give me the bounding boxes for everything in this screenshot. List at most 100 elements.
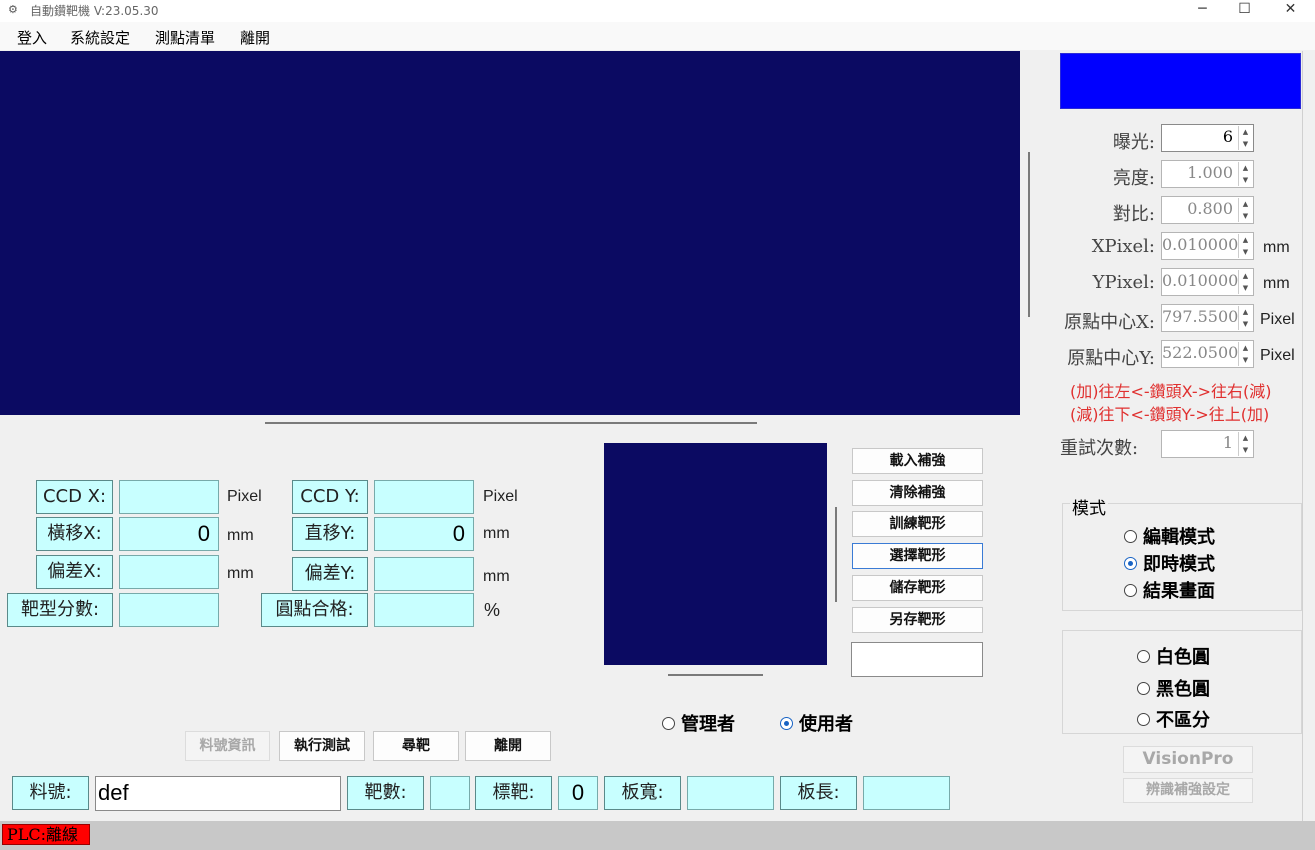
xpixel-label: XPixel: bbox=[1091, 236, 1155, 257]
camera-view-horizontal-scrollbar[interactable] bbox=[265, 422, 757, 424]
circle-black-radio[interactable]: 黑色圓 bbox=[1137, 675, 1210, 701]
radio-icon bbox=[1137, 649, 1150, 663]
contrast-spin-buttons[interactable]: ▲ ▼ bbox=[1238, 198, 1252, 222]
app-icon: ⚙ bbox=[8, 4, 18, 16]
origin-y-spinner[interactable]: 522.0500 ▲ ▼ bbox=[1161, 340, 1254, 368]
ccd-y-unit: Pixel bbox=[483, 488, 518, 505]
mode-result-label: 結果畫面 bbox=[1143, 581, 1215, 602]
xpixel-unit: mm bbox=[1263, 239, 1290, 256]
camera-view[interactable] bbox=[0, 51, 1020, 415]
ypixel-spin-buttons[interactable]: ▲ ▼ bbox=[1238, 270, 1252, 294]
round-pass-label: 圓點合格: bbox=[261, 593, 368, 627]
contrast-label: 對比: bbox=[1112, 204, 1155, 225]
origin-x-label: 原點中心X: bbox=[1064, 312, 1155, 333]
mode-edit-radio[interactable]: 編輯模式 bbox=[1124, 523, 1215, 549]
pattern-preview-vertical-scrollbar[interactable] bbox=[835, 507, 837, 602]
contrast-spinner[interactable]: 0.800 ▲ ▼ bbox=[1161, 196, 1254, 224]
deviation-y-unit: mm bbox=[483, 568, 510, 585]
part-info-button[interactable]: 料號資訊 bbox=[185, 731, 270, 761]
leave-button[interactable]: 離開 bbox=[465, 731, 551, 761]
menu-measure-list[interactable]: 測點清單 bbox=[155, 27, 215, 48]
shift-y-label: 直移Y: bbox=[292, 517, 368, 551]
ccd-x-unit: Pixel bbox=[227, 488, 262, 505]
shift-x-field: 0 bbox=[119, 517, 219, 551]
radio-icon bbox=[1124, 529, 1137, 543]
brightness-spinner[interactable]: 1.000 ▲ ▼ bbox=[1161, 160, 1254, 188]
maximize-button[interactable]: ☐ bbox=[1222, 0, 1267, 22]
mode-live-radio[interactable]: 即時模式 bbox=[1124, 550, 1215, 576]
shift-x-label: 橫移X: bbox=[36, 517, 113, 551]
ccd-x-label: CCD X: bbox=[36, 480, 113, 514]
mode-live-label: 即時模式 bbox=[1143, 554, 1215, 575]
target-count-field bbox=[430, 776, 470, 810]
retry-spinner[interactable]: 1 ▲ ▼ bbox=[1161, 430, 1254, 458]
enhance-settings-button[interactable]: 辨識補強設定 bbox=[1123, 778, 1253, 803]
retry-value: 1 bbox=[1222, 433, 1233, 452]
circle-white-radio[interactable]: 白色圓 bbox=[1137, 643, 1210, 669]
origin-x-spinner[interactable]: 797.5500 ▲ ▼ bbox=[1161, 304, 1254, 332]
exposure-spinner[interactable]: 6 ▲ ▼ bbox=[1161, 124, 1254, 152]
menu-login[interactable]: 登入 bbox=[17, 27, 47, 48]
run-test-button[interactable]: 執行測試 bbox=[279, 731, 365, 761]
shift-y-unit: mm bbox=[483, 525, 510, 542]
pattern-preview[interactable] bbox=[604, 443, 827, 665]
ypixel-spinner[interactable]: 0.010000 ▲ ▼ bbox=[1161, 268, 1254, 296]
deviation-y-label: 偏差Y: bbox=[292, 557, 368, 591]
circle-black-label: 黑色圓 bbox=[1156, 679, 1210, 700]
radio-selected-icon bbox=[780, 716, 793, 730]
target-field: 0 bbox=[558, 776, 598, 810]
round-pass-field bbox=[374, 593, 474, 627]
part-number-input[interactable]: def bbox=[95, 776, 341, 811]
radio-icon bbox=[662, 716, 675, 730]
clear-enhance-button[interactable]: 清除補強 bbox=[852, 480, 983, 506]
deviation-x-unit: mm bbox=[227, 565, 254, 582]
visionpro-button[interactable]: VisionPro bbox=[1123, 746, 1253, 773]
exposure-value: 6 bbox=[1222, 127, 1233, 146]
select-pattern-button[interactable]: 選擇靶形 bbox=[852, 543, 983, 569]
shift-y-field: 0 bbox=[374, 517, 474, 551]
deviation-x-field bbox=[119, 555, 219, 589]
circle-any-radio[interactable]: 不區分 bbox=[1137, 706, 1210, 732]
save-pattern-button[interactable]: 儲存靶形 bbox=[852, 575, 983, 601]
radio-icon bbox=[1137, 681, 1150, 695]
exposure-label: 曝光: bbox=[1112, 132, 1155, 153]
pattern-name-field[interactable] bbox=[851, 642, 983, 677]
train-pattern-button[interactable]: 訓練靶形 bbox=[852, 511, 983, 537]
menu-exit[interactable]: 離開 bbox=[240, 27, 270, 48]
xpixel-spinner[interactable]: 0.010000 ▲ ▼ bbox=[1161, 232, 1254, 260]
exposure-spin-buttons[interactable]: ▲ ▼ bbox=[1238, 126, 1252, 150]
pattern-preview-horizontal-scrollbar[interactable] bbox=[668, 674, 763, 676]
target-label: 標靶: bbox=[475, 776, 552, 810]
role-user-radio[interactable]: 使用者 bbox=[780, 710, 853, 736]
mode-result-radio[interactable]: 結果畫面 bbox=[1124, 577, 1215, 603]
mode-title: 模式 bbox=[1070, 494, 1108, 519]
minimize-button[interactable]: ─ bbox=[1180, 0, 1225, 22]
role-admin-label: 管理者 bbox=[681, 714, 735, 735]
load-enhance-button[interactable]: 載入補強 bbox=[852, 448, 983, 474]
origin-y-spin-buttons[interactable]: ▲ ▼ bbox=[1238, 342, 1252, 366]
target-score-field bbox=[119, 593, 219, 627]
close-button[interactable]: ✕ bbox=[1268, 0, 1313, 22]
title-bar bbox=[0, 0, 1315, 22]
save-pattern-as-button[interactable]: 另存靶形 bbox=[852, 607, 983, 633]
target-count-label: 靶數: bbox=[347, 776, 424, 810]
camera-view-vertical-scrollbar[interactable] bbox=[1028, 152, 1030, 317]
menu-system-settings[interactable]: 系統設定 bbox=[70, 27, 130, 48]
ypixel-label: YPixel: bbox=[1092, 272, 1155, 293]
deviation-y-field bbox=[374, 557, 474, 591]
plc-status-badge: PLC:離線 bbox=[2, 824, 90, 845]
origin-y-value: 522.0500 bbox=[1162, 343, 1239, 362]
retry-spin-buttons[interactable]: ▲ ▼ bbox=[1238, 432, 1252, 456]
round-pass-unit: % bbox=[484, 600, 501, 620]
find-target-button[interactable]: 尋靶 bbox=[373, 731, 459, 761]
window-title: 自動鑽靶機 V:23.05.30 bbox=[30, 4, 159, 18]
direction-note-x: (加)往左<-鑽頭X->往右(減) bbox=[1070, 382, 1272, 401]
deviation-x-label: 偏差X: bbox=[36, 555, 113, 589]
origin-x-value: 797.5500 bbox=[1162, 307, 1239, 326]
ccd-y-label: CCD Y: bbox=[292, 480, 368, 514]
xpixel-spin-buttons[interactable]: ▲ ▼ bbox=[1238, 234, 1252, 258]
role-admin-radio[interactable]: 管理者 bbox=[662, 710, 735, 736]
origin-x-spin-buttons[interactable]: ▲ ▼ bbox=[1238, 306, 1252, 330]
brightness-value: 1.000 bbox=[1187, 163, 1233, 182]
brightness-spin-buttons[interactable]: ▲ ▼ bbox=[1238, 162, 1252, 186]
